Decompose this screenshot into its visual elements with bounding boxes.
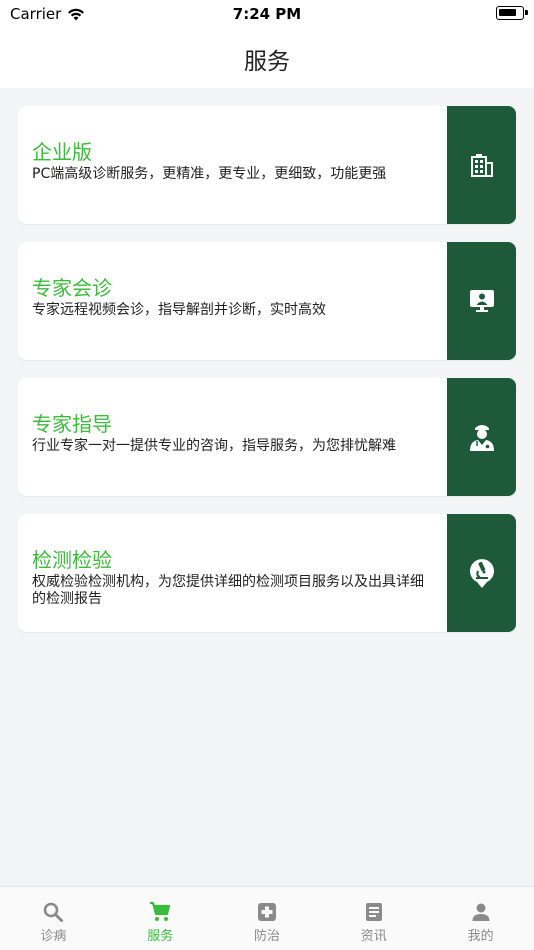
- card-text: 专家会诊 专家远程视频会诊，指导解剖并诊断，实时高效: [32, 276, 432, 319]
- card-title: 专家指导: [32, 412, 112, 436]
- card-text: 检测检验 权威检验检测机构，为您提供详细的检测项目服务以及出具详细的检测报告: [32, 548, 432, 608]
- tab-news[interactable]: 资讯: [320, 887, 427, 950]
- person-icon: [472, 903, 490, 921]
- page-title: 服务: [244, 49, 290, 75]
- cart-icon: [150, 901, 171, 921]
- tab-label: 我的: [467, 929, 494, 944]
- card-description: 权威检验检测机构，为您提供详细的检测项目服务以及出具详细的检测报告: [32, 574, 424, 607]
- battery-icon: [496, 6, 528, 20]
- card-icon-panel: [447, 106, 516, 224]
- card-icon-panel: [447, 242, 516, 360]
- card-description: 专家远程视频会诊，指导解剖并诊断，实时高效: [32, 302, 326, 318]
- tab-label: 服务: [147, 929, 174, 944]
- tab-diagnose[interactable]: 诊病: [0, 887, 107, 950]
- card-description: 行业专家一对一提供专业的咨询，指导服务，为您排忧解难: [32, 438, 396, 454]
- search-icon: [44, 902, 64, 922]
- tab-services[interactable]: 服务: [107, 887, 214, 950]
- card-title: 企业版: [32, 140, 92, 164]
- tab-prevention[interactable]: 防治: [214, 887, 321, 950]
- service-card-enterprise[interactable]: 企业版 PC端高级诊断服务，更精准，更专业，更细致，功能更强: [18, 106, 516, 224]
- card-title: 专家会诊: [32, 276, 112, 300]
- tab-label: 资讯: [360, 929, 387, 944]
- tab-label: 防治: [253, 929, 280, 944]
- card-icon-panel: [447, 514, 516, 632]
- document-icon: [365, 903, 382, 921]
- card-text: 专家指导 行业专家一对一提供专业的咨询，指导服务，为您排忧解难: [32, 412, 432, 455]
- service-card-expert-consultation[interactable]: 专家会诊 专家远程视频会诊，指导解剖并诊断，实时高效: [18, 242, 516, 360]
- card-title: 检测检验: [32, 548, 112, 572]
- service-card-testing-inspection[interactable]: 检测检验 权威检验检测机构，为您提供详细的检测项目服务以及出具详细的检测报告: [18, 514, 516, 632]
- video-monitor-icon: [469, 290, 494, 312]
- nav-bar: 服务: [0, 28, 534, 88]
- doctor-icon: [469, 425, 494, 451]
- microscope-icon: [469, 559, 494, 588]
- status-time: 7:24 PM: [232, 5, 302, 23]
- tab-profile[interactable]: 我的: [427, 887, 534, 950]
- service-list: 企业版 PC端高级诊断服务，更精准，更专业，更细致，功能更强 专家会诊 专家远程…: [18, 106, 516, 650]
- tab-bar: 诊病 服务 防治 资讯 我的: [0, 886, 534, 950]
- service-card-expert-guidance[interactable]: 专家指导 行业专家一对一提供专业的咨询，指导服务，为您排忧解难: [18, 378, 516, 496]
- card-icon-panel: [447, 378, 516, 496]
- card-description: PC端高级诊断服务，更精准，更专业，更细致，功能更强: [32, 166, 387, 182]
- tab-label: 诊病: [40, 929, 67, 944]
- status-bar: Carrier 7:24 PM: [0, 0, 534, 28]
- medical-cross-icon: [257, 903, 276, 921]
- card-text: 企业版 PC端高级诊断服务，更精准，更专业，更细致，功能更强: [32, 140, 432, 183]
- building-icon: [470, 154, 493, 177]
